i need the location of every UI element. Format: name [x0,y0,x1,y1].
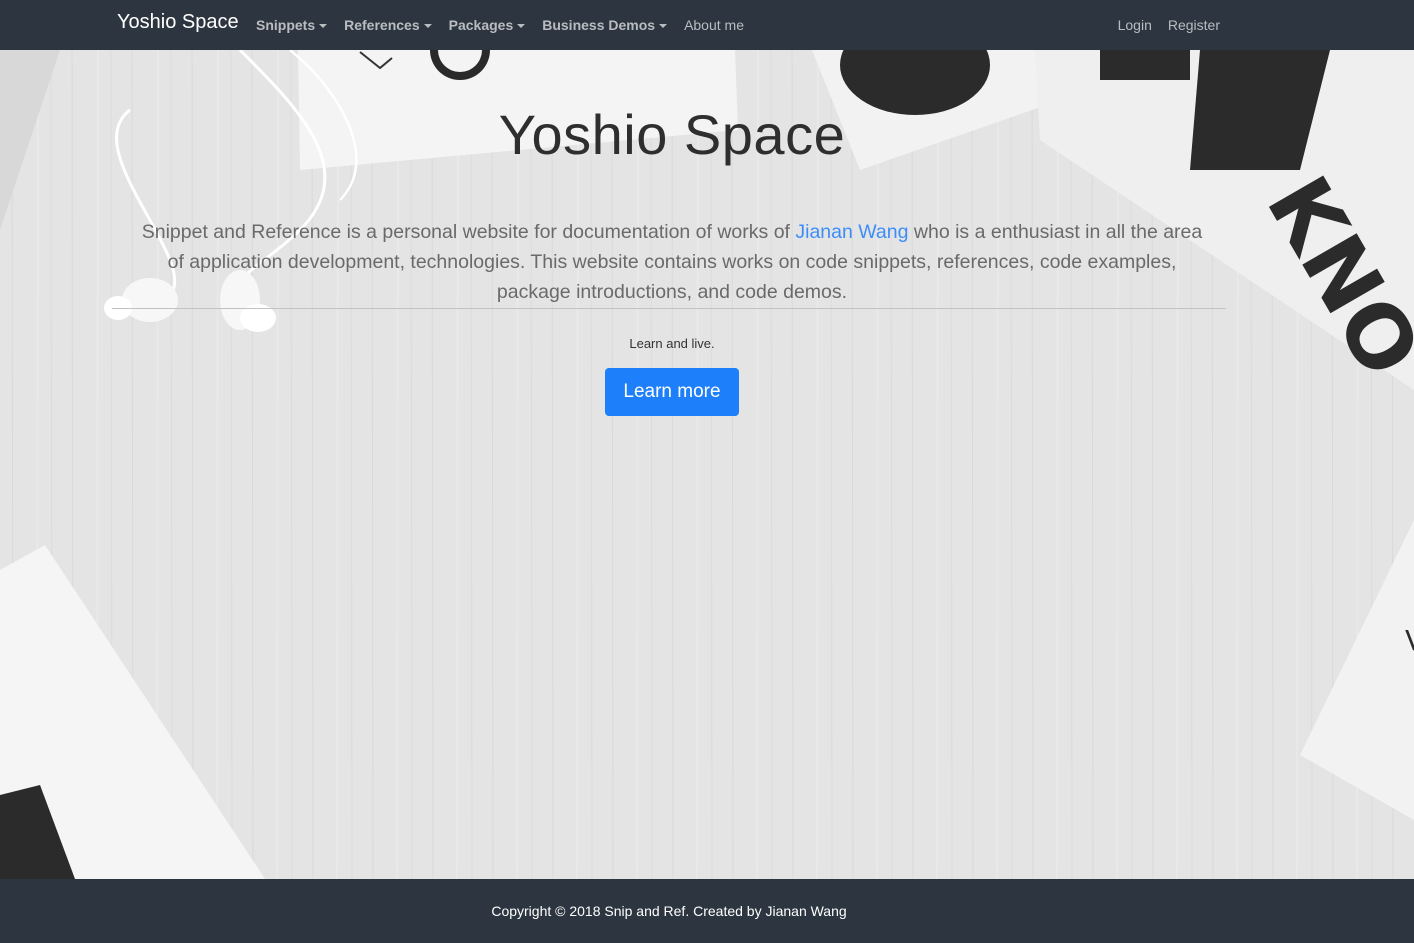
nav-packages-dropdown[interactable]: Packages [449,17,526,33]
login-link[interactable]: Login [1118,17,1152,33]
hero-tagline: Learn and live. [629,336,715,351]
nav-references-dropdown[interactable]: References [344,17,432,33]
register-link[interactable]: Register [1168,17,1220,33]
nav-left-menu: Snippets References Packages Business De… [256,0,761,50]
learn-more-button[interactable]: Learn more [605,368,739,416]
nav-packages-label: Packages [448,17,514,33]
lead-text-before: Snippet and Reference is a personal webs… [141,220,796,243]
chevron-down-icon [423,23,432,28]
nav-snippets-label: Snippets [256,17,316,33]
nav-right-menu: Login Register [1102,0,1220,50]
chevron-down-icon [319,23,328,28]
hero-lead-paragraph: Snippet and Reference is a personal webs… [140,217,1204,307]
nav-about-me-link[interactable]: About me [684,17,744,33]
brand-link[interactable]: Yoshio Space [117,11,239,34]
chevron-down-icon [517,23,526,28]
nav-business-demos-label: Business Demos [542,17,656,33]
nav-about-me-label: About me [684,17,744,33]
hero-title-text: Yoshio Space [498,103,846,166]
chevron-down-icon [659,23,668,28]
nav-business-demos-dropdown[interactable]: Business Demos [542,17,668,33]
nav-snippets-dropdown[interactable]: Snippets [256,17,328,33]
hero-jumbotron: KNO V Yoshio Space Snippet and Reference… [0,50,1414,879]
hero-content: Yoshio Space Snippet and Reference is a … [0,50,1414,879]
top-navbar: Yoshio Space Snippets References Package… [0,0,1414,50]
nav-references-label: References [344,17,420,33]
page-footer: Copyright © 2018 Snip and Ref. Created b… [0,879,1414,943]
footer-copyright: Copyright © 2018 Snip and Ref. Created b… [491,903,847,919]
author-link[interactable]: Jianan Wang [795,221,908,243]
hero-title: Yoshio Space [0,102,1344,168]
hero-divider [112,308,1226,309]
